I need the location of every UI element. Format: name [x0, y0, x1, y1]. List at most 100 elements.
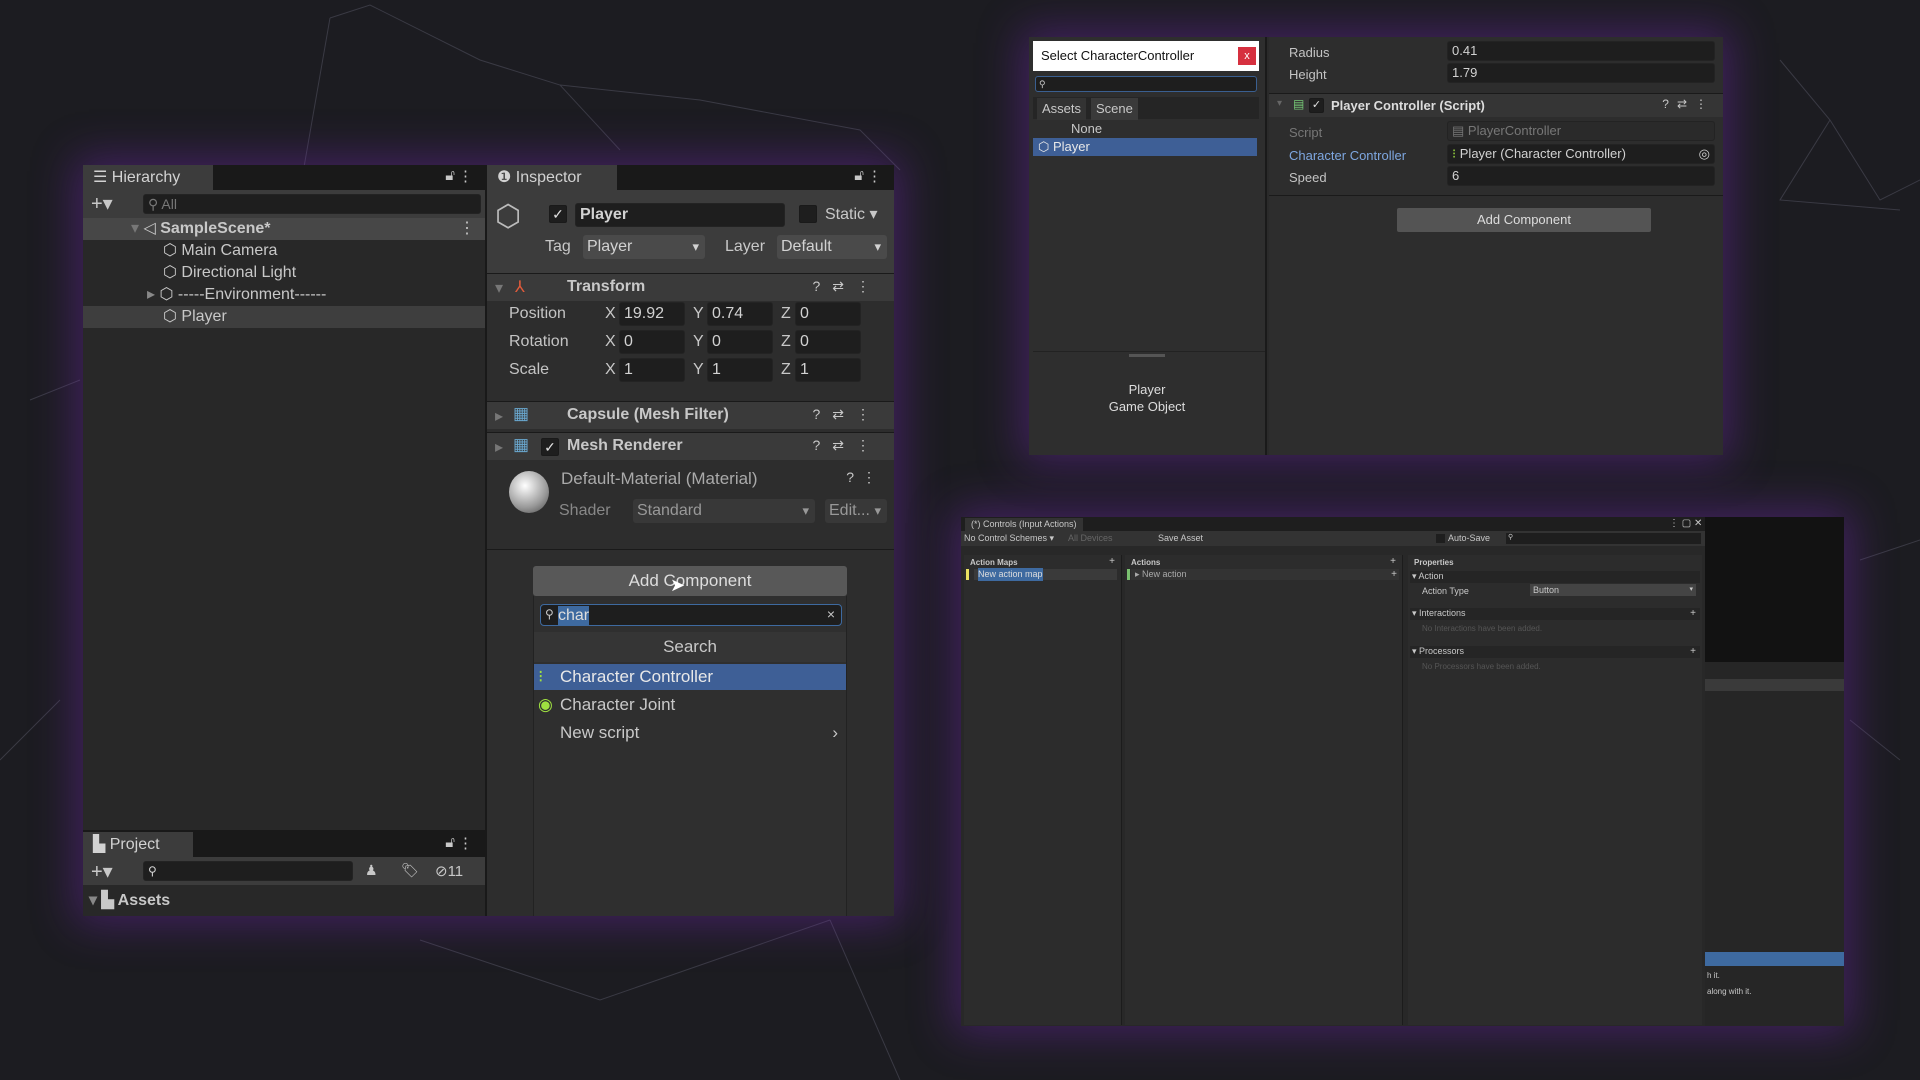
picker-item-none[interactable]: None	[1071, 120, 1102, 138]
player-controller-header[interactable]: ▾ ▤ ✓ Player Controller (Script) ?⇄⋮	[1269, 93, 1723, 117]
tab-hierarchy[interactable]: ☰ Hierarchy	[83, 165, 213, 190]
scene-more-icon[interactable]: ⋮	[459, 218, 475, 240]
add-button[interactable]: +▾	[91, 859, 113, 884]
project-search[interactable]: ⚲	[143, 861, 353, 881]
component-option[interactable]: ◉ Character Joint	[534, 692, 846, 718]
hidden-count[interactable]: ⊘11	[435, 862, 463, 880]
tab-scene[interactable]: Scene	[1091, 98, 1138, 120]
interactions-section[interactable]: ▾ Interactions	[1412, 607, 1466, 620]
autosave-checkbox[interactable]	[1436, 534, 1445, 543]
layer-dropdown[interactable]: Default	[777, 235, 887, 259]
more-icon[interactable]: ⋮	[458, 834, 473, 852]
add-action-icon[interactable]: +	[1390, 555, 1396, 568]
enabled-checkbox[interactable]: ✓	[1309, 98, 1324, 113]
gameobject-icon[interactable]: ⬡	[495, 199, 521, 234]
hierarchy-item-selected[interactable]: ⬡ Player	[83, 306, 485, 328]
mesh-filter-header[interactable]: ▸ ▦ Capsule (Mesh Filter) ?⇄⋮	[487, 401, 894, 429]
save-asset-button[interactable]: Save Asset	[1158, 532, 1203, 545]
component-icons[interactable]: ?⇄⋮	[812, 406, 882, 423]
tab-project[interactable]: ▙ Project	[83, 832, 193, 857]
expand-icon[interactable]: ▸	[147, 286, 159, 303]
collapse-icon[interactable]: ▾	[1277, 98, 1282, 109]
more-icon[interactable]: ⋮	[867, 167, 882, 185]
tab-assets[interactable]: Assets	[1037, 98, 1087, 120]
actions-search[interactable]: ⚲	[1506, 533, 1701, 544]
object-picker-icon[interactable]: ◎	[1699, 145, 1710, 163]
resize-handle[interactable]	[1129, 354, 1165, 357]
transform-z-field[interactable]: 0	[795, 330, 861, 354]
component-icons[interactable]: ?⇄⋮	[812, 437, 882, 454]
expand-icon[interactable]: ▸	[495, 406, 503, 426]
tab-inspector[interactable]: ❶ Inspector	[487, 165, 617, 190]
enabled-checkbox[interactable]: ✓	[541, 438, 559, 456]
label-icon[interactable]: 🏷︎	[401, 862, 419, 879]
add-action-map-icon[interactable]: +	[1109, 555, 1115, 568]
scene-row[interactable]: ▾ ◁ SampleScene* ⋮	[83, 218, 485, 240]
hierarchy-item[interactable]: ⬡ Directional Light	[163, 262, 296, 284]
collapse-icon[interactable]: ▾	[495, 278, 503, 298]
radius-field[interactable]: 0.41	[1447, 41, 1715, 61]
lock-icon[interactable]: 🔓︎	[445, 834, 455, 851]
devices-dropdown[interactable]: All Devices	[1068, 532, 1113, 545]
axis-label-x: X	[605, 305, 616, 322]
add-interaction-icon[interactable]: +	[1690, 607, 1696, 620]
gameobject-icon: ⬡	[163, 264, 182, 281]
component-option[interactable]: New script ›	[534, 720, 846, 746]
transform-x-field[interactable]: 19.92	[619, 302, 685, 326]
processors-section[interactable]: ▾ Processors	[1412, 645, 1464, 658]
action-item[interactable]: ▸ New action +	[1131, 569, 1399, 580]
add-button[interactable]: +▾	[91, 191, 113, 216]
clear-search-icon[interactable]: ×	[827, 606, 835, 622]
transform-y-field[interactable]: 0	[707, 330, 773, 354]
add-component-button[interactable]: Add Component	[533, 566, 847, 596]
component-icons[interactable]: ?⇄⋮	[812, 278, 882, 295]
component-option-selected[interactable]: ⁝ Character Controller	[534, 664, 846, 690]
transform-header[interactable]: ▾ ⅄ Transform ?⇄⋮	[487, 273, 894, 301]
transform-y-field[interactable]: 1	[707, 358, 773, 382]
chevron-right-icon: ›	[832, 723, 838, 742]
action-section[interactable]: ▾ Action	[1412, 570, 1444, 583]
height-field[interactable]: 1.79	[1447, 63, 1715, 83]
expand-icon[interactable]: ▸	[495, 437, 503, 457]
edit-shader-button[interactable]: Edit...	[825, 499, 887, 523]
lock-icon[interactable]: 🔓︎	[854, 167, 864, 184]
component-search-input[interactable]: ⚲ char ×	[540, 604, 842, 626]
character-controller-field[interactable]: ⁝ Player (Character Controller) ◎	[1447, 144, 1715, 164]
picker-search-input[interactable]: ⚲	[1035, 76, 1257, 92]
close-button[interactable]: x	[1238, 47, 1256, 65]
add-processor-icon[interactable]: +	[1690, 645, 1696, 658]
axis-label-y: Y	[693, 333, 704, 350]
add-component-button[interactable]: Add Component	[1397, 208, 1651, 232]
lock-icon[interactable]: 🔓︎	[445, 167, 455, 184]
hierarchy-item[interactable]: ▸ ⬡ -----Environment------	[147, 284, 326, 306]
static-dropdown[interactable]: Static ▾	[825, 204, 878, 226]
assets-folder[interactable]: ▾ ▙ Assets	[89, 890, 170, 912]
transform-z-field[interactable]: 1	[795, 358, 861, 382]
speed-field[interactable]: 6	[1447, 166, 1715, 186]
mesh-renderer-header[interactable]: ▸ ▦ ✓ Mesh Renderer ?⇄⋮	[487, 432, 894, 460]
hierarchy-search[interactable]: ⚲ All	[143, 194, 481, 214]
hierarchy-item[interactable]: ⬡ Main Camera	[163, 240, 277, 262]
transform-x-field[interactable]: 0	[619, 330, 685, 354]
picker-item-selected[interactable]: ⬡ Player	[1033, 138, 1257, 156]
transform-y-field[interactable]: 0.74	[707, 302, 773, 326]
transform-x-field[interactable]: 1	[619, 358, 685, 382]
more-icon[interactable]: ⋮	[458, 167, 473, 185]
static-checkbox[interactable]	[799, 205, 817, 223]
material-icons[interactable]: ?⋮	[846, 469, 884, 486]
filter-type-icon[interactable]: ♟	[365, 862, 378, 879]
control-schemes-dropdown[interactable]: No Control Schemes ▾	[964, 532, 1054, 545]
action-type-dropdown[interactable]: Button ▾	[1530, 584, 1696, 596]
tag-dropdown[interactable]: Player	[583, 235, 705, 259]
window-tab[interactable]: (*) Controls (Input Actions)	[965, 518, 1083, 531]
object-name-field[interactable]: Player	[575, 203, 785, 227]
window-controls[interactable]: ⋮ ▢ ✕	[1669, 517, 1702, 530]
script-label: Script	[1289, 125, 1323, 140]
component-icons[interactable]: ?⇄⋮	[1662, 97, 1715, 111]
active-checkbox[interactable]: ✓	[549, 205, 567, 223]
action-map-item[interactable]: New action map	[974, 568, 1117, 581]
add-binding-icon[interactable]: +	[1391, 568, 1397, 581]
transform-z-field[interactable]: 0	[795, 302, 861, 326]
shader-dropdown[interactable]: Standard	[633, 499, 815, 523]
side-text: h it.	[1707, 971, 1720, 980]
